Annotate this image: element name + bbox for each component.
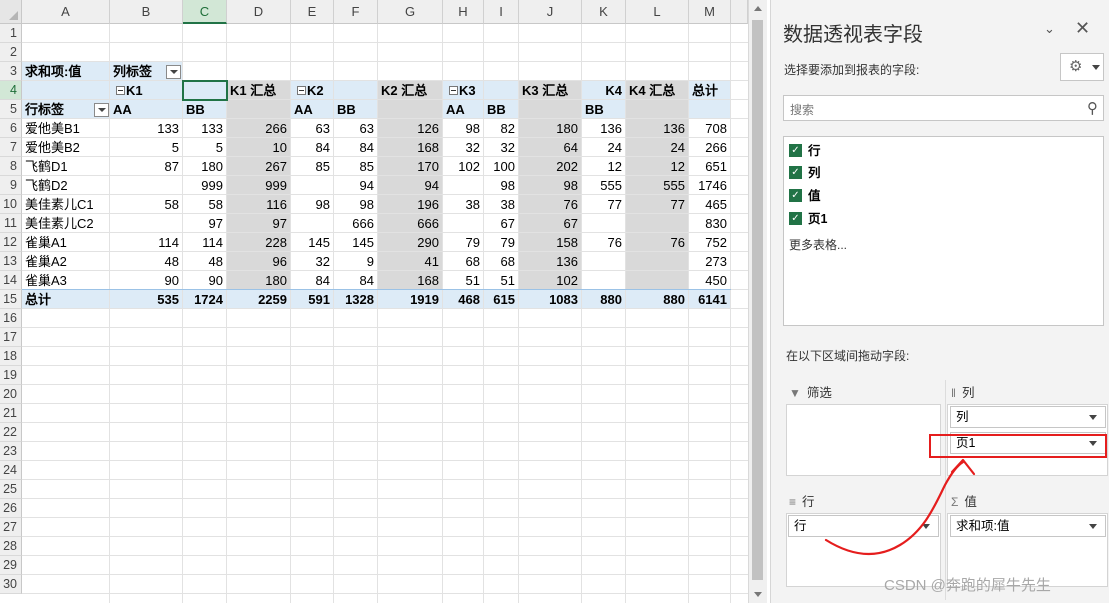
red-arrow-annotation bbox=[824, 458, 976, 556]
